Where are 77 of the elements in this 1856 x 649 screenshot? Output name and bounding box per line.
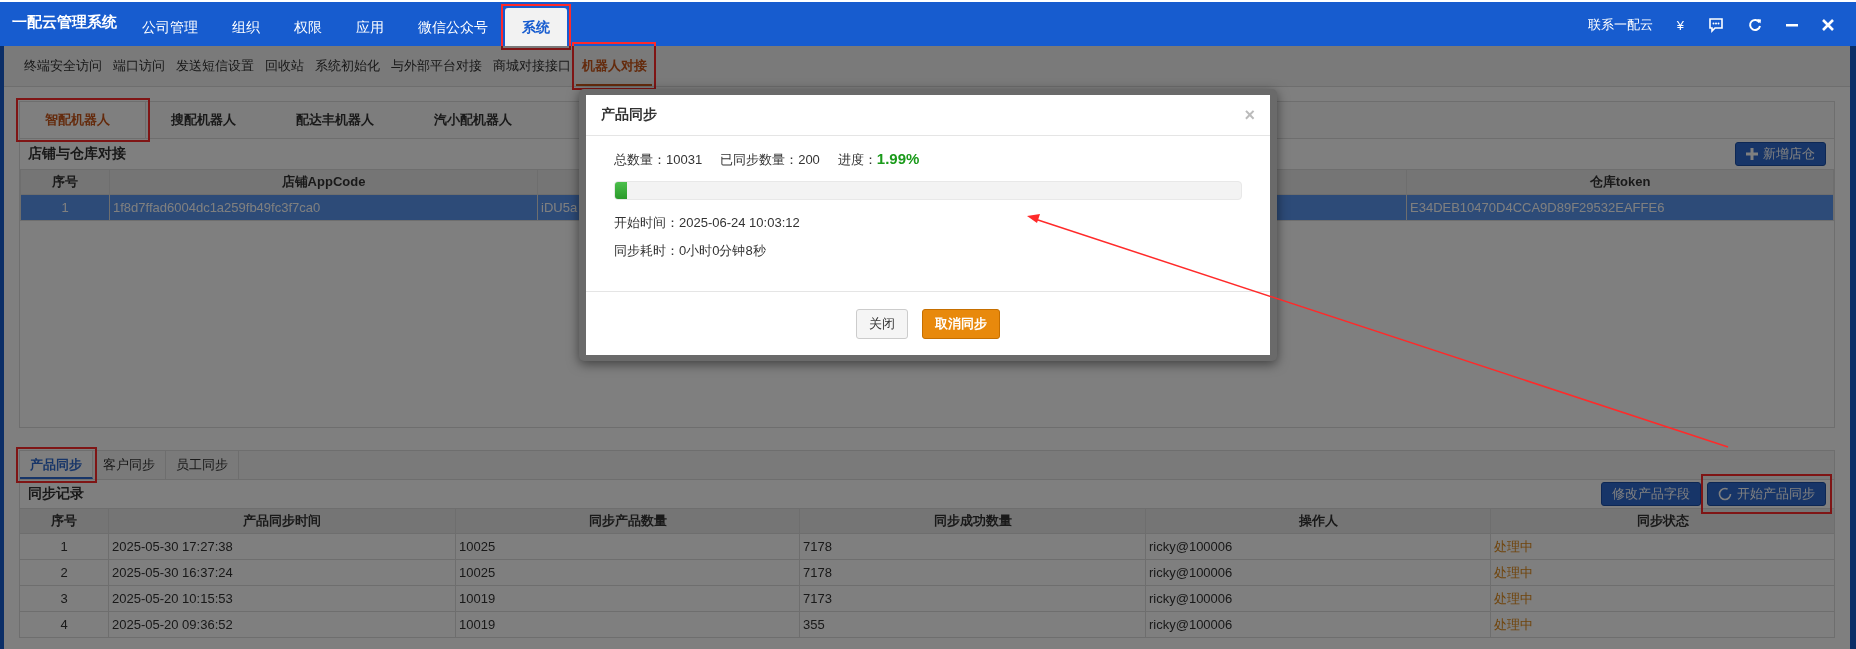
nav-tab[interactable]: 应用 [339,8,401,46]
column-header: 同步成功数量 [799,508,1146,534]
robot-tab[interactable]: 汽小配机器人 [409,102,547,138]
nav-tab[interactable]: 系统 [505,8,567,46]
column-header: 同步产品数量 [455,508,800,534]
table-cell: 2025-05-20 10:15:53 [108,585,456,612]
table-cell: 2025-05-20 09:36:52 [108,611,456,638]
table-cell: 10019 [455,585,800,612]
table-cell: 7178 [799,533,1146,560]
currency-link[interactable]: ¥ [1676,17,1684,33]
column-header: 店铺AppCode [109,169,538,195]
table-cell: 10019 [455,611,800,638]
table-cell: 3 [19,585,109,612]
total-count: 总数量：10031 [614,151,703,169]
column-header: 同步状态 [1490,508,1835,534]
table-cell: 4 [19,611,109,638]
robot-tab[interactable]: 搜配机器人 [146,102,271,138]
progress-percent: 1.99% [876,150,920,167]
table-cell: 10025 [455,533,800,560]
cancel-sync-button[interactable]: 取消同步 [922,308,1000,339]
column-header: 操作人 [1145,508,1491,534]
table-cell: E34DEB10470D4CCA9D89F29532EAFFE6 [1406,194,1834,221]
edit-fields-button[interactable]: 修改产品字段 [1601,482,1701,506]
menu-item[interactable]: 机器人对接 [576,51,652,86]
menu-item[interactable]: 与外部平台对接 [385,51,487,86]
table-cell: 1 [20,194,110,221]
menu-item[interactable]: 终端安全访问 [18,51,107,86]
table-cell: 10025 [455,559,800,586]
menu-item[interactable]: 系统初始化 [309,51,385,86]
column-header: 仓库token [1406,169,1834,195]
table-cell: 2025-05-30 16:37:24 [108,559,456,586]
robot-tab[interactable]: 配达丰机器人 [271,102,409,138]
close-button[interactable]: 关闭 [856,308,908,339]
menu-item[interactable]: 回收站 [259,51,309,86]
start-sync-button[interactable]: 开始产品同步 [1707,482,1826,506]
sync-tab[interactable]: 客户同步 [93,451,166,479]
elapsed-time: 同步耗时：0小时0分钟8秒 [614,242,767,260]
progress-label: 进度： [837,151,877,169]
table-cell: 1f8d7ffad6004dc1a259fb49fc3f7ca0 [109,194,538,221]
synced-count: 已同步数量：200 [720,151,820,169]
add-store-button[interactable]: 新增店仓 [1735,142,1826,166]
sync-tab[interactable]: 产品同步 [20,451,93,479]
status-text: 处理中 [1490,585,1835,612]
app-title: 一配云管理系统 [11,13,118,32]
menu-item[interactable]: 端口访问 [107,51,170,86]
column-header: 序号 [19,508,109,534]
status-text: 处理中 [1490,611,1835,638]
table-cell: ricky@100006 [1145,533,1491,560]
table-cell: 355 [799,611,1146,638]
table-cell: 1 [19,533,109,560]
table-cell: 7178 [799,559,1146,586]
status-text: 处理中 [1490,559,1835,586]
plus-icon [1746,148,1758,160]
menu-item[interactable]: 商城对接接口 [487,51,576,86]
table-cell: ricky@100006 [1145,585,1491,612]
table-cell: 2 [19,559,109,586]
table-cell: ricky@100006 [1145,559,1491,586]
close-icon[interactable] [1822,19,1834,31]
refresh-icon[interactable] [1748,18,1762,32]
menu-item[interactable]: 发送短信设置 [170,51,259,86]
section-title: 店铺与仓库对接 [28,145,126,163]
spinner-icon [1718,487,1732,501]
contact-link[interactable]: 联系一配云 [1587,16,1653,34]
nav-tab[interactable]: 组织 [215,8,277,46]
column-header: 产品同步时间 [108,508,456,534]
column-header: 序号 [20,169,110,195]
section-title: 同步记录 [28,485,84,503]
table-cell: 7173 [799,585,1146,612]
nav-tab[interactable]: 微信公众号 [401,8,505,46]
sync-tab[interactable]: 员工同步 [166,451,239,479]
status-text: 处理中 [1490,533,1835,560]
nav-tab[interactable]: 公司管理 [125,8,215,46]
table-cell: ricky@100006 [1145,611,1491,638]
table-cell: 2025-05-30 17:27:38 [108,533,456,560]
chat-icon[interactable] [1708,17,1724,33]
dialog-title: 产品同步 [601,106,657,124]
nav-tab[interactable]: 权限 [277,8,339,46]
